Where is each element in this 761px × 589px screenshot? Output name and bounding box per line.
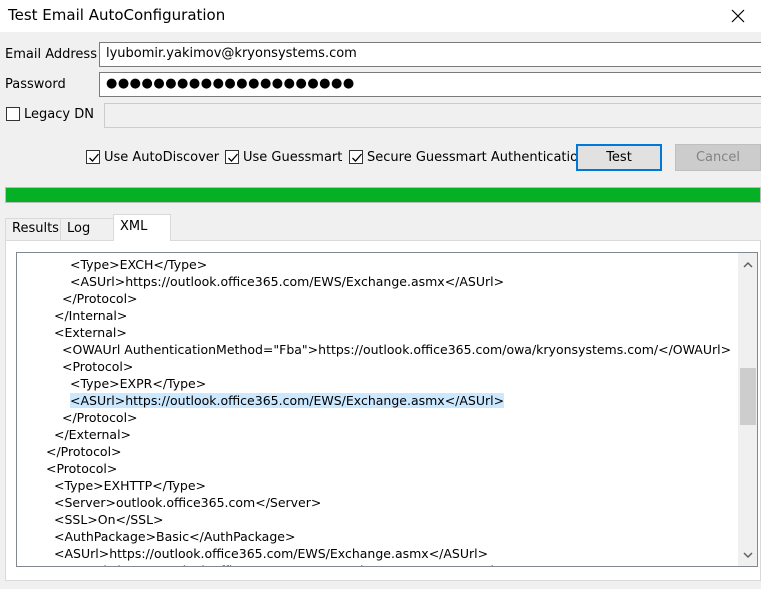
xml-line: <ASUrl>https://outlook.office365.com/EWS…: [70, 273, 504, 290]
xml-line-text: <Type>EXHTTP</Type>: [54, 478, 206, 493]
xml-line-text: <Protocol>: [46, 461, 118, 476]
xml-line: </External>: [54, 426, 131, 443]
use-autodiscover-checkbox[interactable]: [86, 150, 100, 164]
tab-results[interactable]: Results: [5, 218, 61, 240]
xml-line-text: <Type>EXPR</Type>: [70, 376, 207, 391]
secure-guessmart-checkbox[interactable]: [349, 150, 363, 164]
cancel-button[interactable]: Cancel: [675, 144, 761, 171]
xml-line-text: <Server>outlook.office365.com</Server>: [54, 495, 322, 510]
password-field[interactable]: ●●●●●●●●●●●●●●●●●●●●●: [99, 72, 761, 97]
xml-line: <OWAUrl AuthenticationMethod="Fba">https…: [62, 341, 731, 358]
xml-line-text: <ASUrl>https://outlook.office365.com/EWS…: [54, 546, 489, 561]
tab-log-label: Log: [67, 221, 91, 236]
xml-line: <Protocol>: [46, 460, 117, 477]
use-guessmart-label: Use Guessmart: [243, 150, 343, 165]
scrollbar-thumb[interactable]: [740, 368, 756, 425]
legacy-dn-label: Legacy DN: [24, 107, 94, 122]
xml-line-text: <AuthPackage>Basic</AuthPackage>: [54, 529, 296, 544]
xml-line-text: </Protocol>: [62, 291, 138, 306]
tab-results-label: Results: [12, 221, 59, 236]
chevron-up-icon: [742, 261, 753, 268]
close-icon: [731, 9, 745, 23]
test-button[interactable]: Test: [576, 144, 662, 171]
xml-line: </Protocol>: [46, 443, 122, 460]
window-title: Test Email AutoConfiguration: [8, 6, 226, 24]
email-label: Email Address: [5, 47, 97, 62]
xml-tab-panel: <Type>EXCH</Type> <ASUrl>https://outlook.…: [5, 240, 761, 581]
vertical-scrollbar[interactable]: [738, 253, 757, 566]
xml-line-text: </Protocol>: [62, 410, 138, 425]
xml-line-text: </Protocol>: [46, 444, 122, 459]
tab-xml-label: XML: [120, 219, 148, 234]
xml-line: <ASUrl>https://outlook.office365.com/EWS…: [54, 545, 488, 562]
xml-line: </Internal>: [54, 307, 127, 324]
xml-line-selected: <ASUrl>https://outlook.office365.com/EWS…: [70, 392, 505, 409]
title-bar: Test Email AutoConfiguration: [0, 0, 761, 32]
secure-guessmart-label: Secure Guessmart Authentication: [367, 150, 587, 165]
progress-fill: [6, 188, 760, 202]
scroll-up-button[interactable]: [738, 256, 757, 273]
xml-line-text: <SSL>On</SSL>: [54, 512, 164, 527]
xml-line: </Protocol>: [62, 409, 138, 426]
checkmark-icon: [228, 153, 238, 162]
tab-xml[interactable]: XML: [113, 214, 171, 241]
use-autodiscover-label: Use AutoDiscover: [104, 150, 220, 165]
xml-line: <External>: [54, 324, 127, 341]
xml-viewer[interactable]: <Type>EXCH</Type> <ASUrl>https://outlook.…: [16, 252, 758, 567]
close-button[interactable]: [715, 0, 761, 32]
email-field[interactable]: lyubomir.yakimov@kryonsystems.com: [99, 42, 761, 67]
xml-line-text: <ASUrl>https://outlook.office365.com/EWS…: [70, 274, 505, 289]
xml-line: <Type>EXPR</Type>: [70, 375, 206, 392]
scroll-down-button[interactable]: [738, 547, 757, 564]
xml-content: <Type>EXCH</Type> <ASUrl>https://outlook.…: [17, 253, 739, 566]
test-button-label: Test: [606, 150, 632, 165]
checkmark-icon: [352, 153, 362, 162]
xml-line: <EwsUrl>https://outlook.office365.com/EW…: [54, 562, 504, 566]
xml-line-text: <External>: [54, 325, 127, 340]
use-guessmart-checkbox[interactable]: [225, 150, 239, 164]
xml-line: <Type>EXHTTP</Type>: [54, 477, 206, 494]
email-value: lyubomir.yakimov@kryonsystems.com: [106, 46, 357, 61]
tab-log[interactable]: Log: [60, 218, 114, 240]
xml-line-text: </Internal>: [54, 308, 128, 323]
cancel-button-label: Cancel: [695, 150, 741, 165]
xml-line: <Protocol>: [62, 358, 133, 375]
xml-line: <AuthPackage>Basic</AuthPackage>: [54, 528, 295, 545]
xml-line-text: <ASUrl>https://outlook.office365.com/EWS…: [70, 393, 505, 408]
xml-line: <SSL>On</SSL>: [54, 511, 164, 528]
progress-bar: [5, 187, 761, 203]
xml-line-text: <EwsUrl>https://outlook.office365.com/EW…: [54, 563, 504, 566]
xml-line: <Server>outlook.office365.com</Server>: [54, 494, 321, 511]
chevron-down-icon: [742, 552, 753, 559]
checkmark-icon: [89, 153, 99, 162]
xml-line-text: <Type>EXCH</Type>: [70, 257, 208, 272]
xml-line: </Protocol>: [62, 290, 138, 307]
legacy-dn-checkbox[interactable]: [6, 107, 20, 121]
xml-line: <Type>EXCH</Type>: [70, 256, 207, 273]
xml-line-text: </External>: [54, 427, 132, 442]
legacy-dn-field[interactable]: [104, 103, 761, 128]
xml-line-text: <OWAUrl AuthenticationMethod="Fba">https…: [62, 342, 732, 357]
password-value: ●●●●●●●●●●●●●●●●●●●●●: [106, 76, 355, 91]
password-label: Password: [5, 77, 66, 92]
xml-line-text: <Protocol>: [62, 359, 134, 374]
